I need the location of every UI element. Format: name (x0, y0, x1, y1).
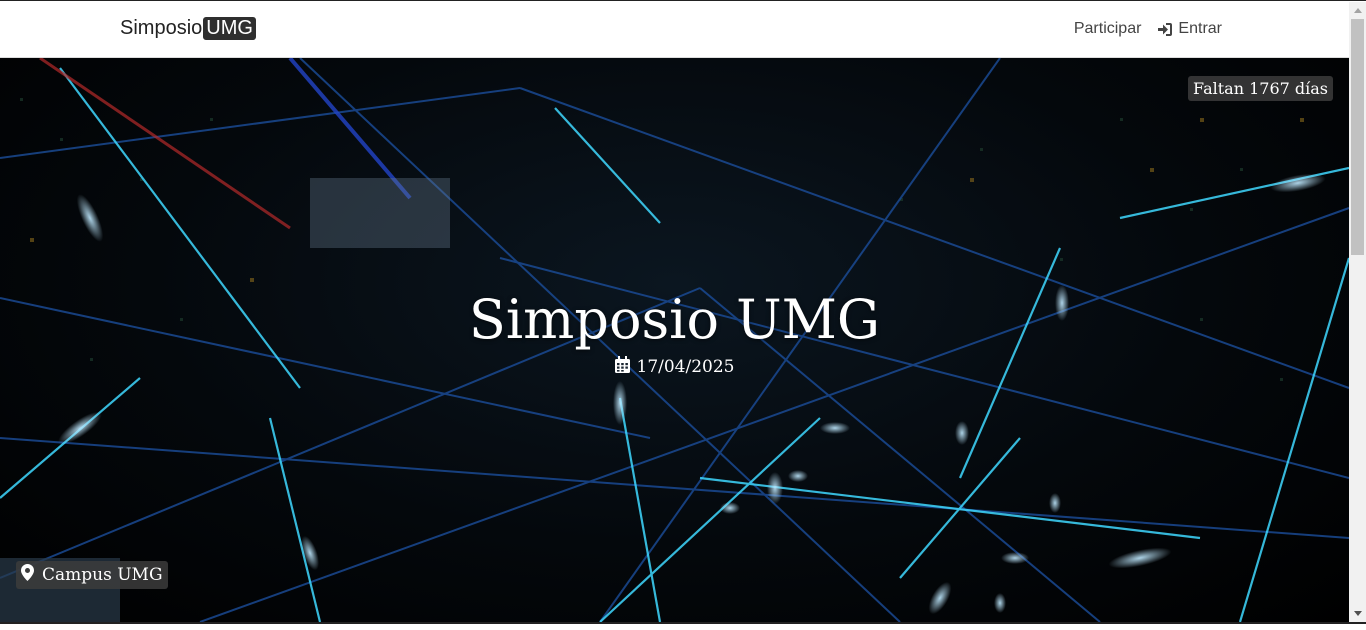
sign-in-icon (1157, 22, 1173, 37)
scroll-down-arrow-icon[interactable] (1349, 605, 1366, 622)
countdown-badge: Faltan 1767 días (1188, 76, 1333, 101)
event-date-text: 17/04/2025 (636, 357, 735, 377)
map-marker-icon (21, 564, 34, 586)
location-text: Campus UMG (42, 565, 163, 585)
nav-participar-link[interactable]: Participar (1074, 20, 1142, 38)
scroll-up-arrow-icon[interactable] (1349, 2, 1366, 19)
brand-text: Simposio (120, 17, 203, 39)
nav-entrar-link[interactable]: Entrar (1157, 20, 1222, 38)
calendar-icon (614, 356, 630, 378)
browser-viewport: Simposio UMG Participar Entrar Faltan 17… (0, 0, 1366, 630)
nav-links: Participar Entrar (1074, 20, 1222, 38)
nav-entrar-label: Entrar (1178, 20, 1222, 37)
brand-logo-link[interactable]: Simposio UMG (120, 17, 256, 40)
scrollbar-thumb[interactable] (1351, 19, 1364, 255)
nav-participar-label: Participar (1073, 20, 1142, 37)
event-date: 17/04/2025 (0, 356, 1349, 378)
event-title: Simposio UMG (468, 288, 881, 351)
location-badge: Campus UMG (16, 561, 168, 589)
brand-badge: UMG (203, 17, 256, 40)
hero-banner: Faltan 1767 días Simposio UMG 17/04/2025 (0, 58, 1349, 622)
page-scrollbar[interactable] (1349, 2, 1366, 622)
top-navbar: Simposio UMG Participar Entrar (0, 2, 1349, 58)
